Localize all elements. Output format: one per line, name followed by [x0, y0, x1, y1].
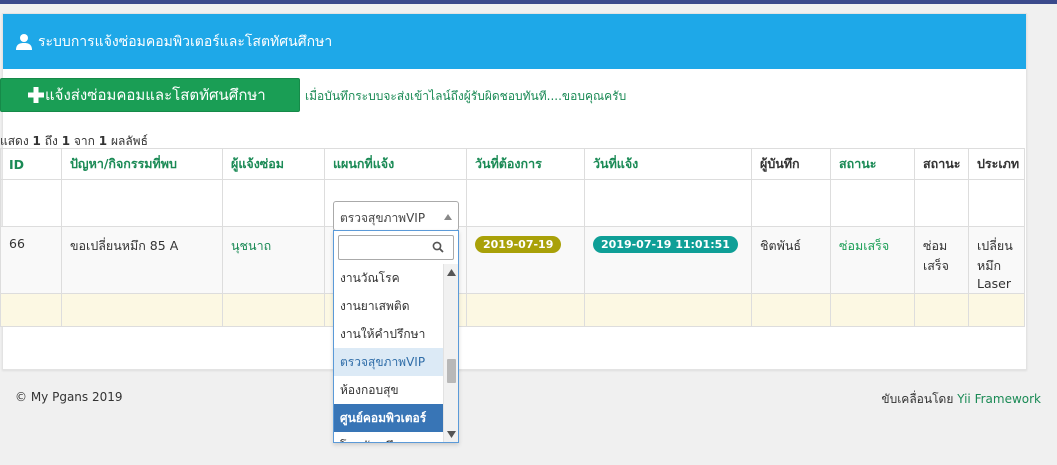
yii-link[interactable]: Yii Framework	[957, 392, 1041, 406]
status-badge: ซ่อมเสร็จ	[839, 238, 890, 253]
top-accent-bar	[0, 0, 1057, 4]
header-row: ID ปัญหา/กิจกรรมที่พบ ผู้แจ้งซ่อม แผนกที…	[0, 148, 1025, 180]
col-problem[interactable]: ปัญหา/กิจกรรมที่พบ	[61, 148, 223, 180]
department-select[interactable]: ตรวจสุขภาพVIP	[333, 201, 459, 231]
col-recorder: ผู้บันทึก	[751, 148, 831, 180]
empty-cell	[968, 293, 1025, 327]
page-title: ระบบการแจ้งซ่อมคอมพิวเตอร์และโสตทัศนศึกษ…	[38, 33, 333, 50]
reporter-link[interactable]: นุชนาถ	[231, 238, 271, 253]
summary-to-word: ถึง	[44, 134, 58, 148]
footer-copyright: © My Pgans 2019	[15, 390, 123, 404]
date-needed-badge: 2019-07-19	[475, 236, 562, 253]
filter-cell	[0, 179, 62, 227]
option-counseling[interactable]: งานให้คำปรึกษา	[334, 320, 443, 348]
empty-cell	[222, 293, 325, 327]
col-id[interactable]: ID	[0, 148, 62, 180]
scroll-thumb[interactable]	[447, 359, 456, 383]
summary-prefix: แสดง	[0, 134, 29, 148]
option-room[interactable]: ห้องกอบสุข	[334, 376, 443, 404]
cell-id: 66	[0, 226, 62, 294]
add-repair-button[interactable]: แจ้งส่งซ่อมคอมและโสตทัศนศึกษา	[0, 78, 300, 112]
powered-prefix: ขับเคลื่อนโดย	[881, 392, 954, 406]
option-vip-checkup[interactable]: ตรวจสุขภาพVIP	[334, 348, 443, 376]
cell-problem: ขอเปลี่ยนหมึก 85 A	[61, 226, 223, 294]
empty-cell	[61, 293, 223, 327]
col-reporter[interactable]: ผู้แจ้งซ่อม	[222, 148, 325, 180]
caret-up-icon	[444, 214, 452, 220]
filter-cell	[968, 179, 1025, 227]
col-date-reported[interactable]: วันที่แจ้ง	[584, 148, 752, 180]
scroll-up-icon[interactable]	[447, 269, 456, 276]
summary-suffix: ผลลัพธ์	[110, 134, 148, 148]
date-reported-badge: 2019-07-19 11:01:51	[593, 236, 738, 253]
empty-cell	[914, 293, 969, 327]
filter-cell	[914, 179, 969, 227]
option-av[interactable]: โสตทัศนศึกษา	[334, 432, 443, 442]
repair-grid: ID ปัญหา/กิจกรรมที่พบ ผู้แจ้งซ่อม แผนกที…	[0, 148, 1025, 327]
filter-cell	[61, 179, 223, 227]
empty-row	[0, 293, 1025, 327]
empty-cell	[0, 293, 62, 327]
option-drugs[interactable]: งานยาเสพติด	[334, 292, 443, 320]
col-date-needed[interactable]: วันที่ต้องการ	[466, 148, 585, 180]
col-status[interactable]: สถานะ	[830, 148, 915, 180]
filter-cell	[222, 179, 325, 227]
search-icon	[432, 241, 444, 253]
cell-recorder: ชิตพันธ์	[751, 226, 831, 294]
empty-cell	[466, 293, 585, 327]
table-row: 66 ขอเปลี่ยนหมึก 85 A นุชนาถ 2019-07-19 …	[0, 226, 1025, 294]
cell-status: ซ่อมเสร็จ	[830, 226, 915, 294]
cell-date-needed: 2019-07-19	[466, 226, 585, 294]
scroll-down-icon[interactable]	[447, 431, 456, 438]
filter-row	[0, 179, 1025, 227]
filter-cell	[584, 179, 752, 227]
plus-icon	[28, 87, 44, 103]
line-notice: เมื่อบันทึกระบบจะส่งเข้าไลน์ถึงผู้รับผิด…	[305, 89, 627, 103]
cell-reporter[interactable]: นุชนาถ	[222, 226, 325, 294]
dropdown-scrollbar[interactable]	[443, 264, 458, 442]
option-tb[interactable]: งานวัณโรค	[334, 264, 443, 292]
footer-powered: ขับเคลื่อนโดย Yii Framework	[881, 390, 1041, 409]
summary-to: 1	[61, 134, 71, 148]
summary-from: 1	[32, 134, 41, 148]
empty-cell	[830, 293, 915, 327]
option-computer-center[interactable]: ศูนย์คอมพิวเตอร์	[334, 404, 443, 432]
cell-type: เปลี่ยน หมึก Laser	[968, 226, 1025, 294]
panel-heading: ระบบการแจ้งซ่อมคอมพิวเตอร์และโสตทัศนศึกษ…	[3, 14, 1026, 69]
cell-status-2: ซ่อม เสร็จ	[914, 226, 969, 294]
filter-cell	[466, 179, 585, 227]
department-select-value: ตรวจสุขภาพVIP	[340, 211, 426, 225]
col-type: ประเภท	[968, 148, 1025, 180]
cell-date-reported: 2019-07-19 11:01:51	[584, 226, 752, 294]
summary-of-word: จาก	[73, 134, 95, 148]
summary-total: 1	[98, 134, 108, 148]
filter-cell	[830, 179, 915, 227]
user-icon	[16, 33, 32, 50]
dropdown-options: งานวัณโรค งานยาเสพติด งานให้คำปรึกษา ตรว…	[334, 264, 443, 442]
filter-cell	[751, 179, 831, 227]
add-repair-button-label: แจ้งส่งซ่อมคอมและโสตทัศนศึกษา	[45, 86, 266, 104]
empty-cell	[751, 293, 831, 327]
col-department[interactable]: แผนกที่แจ้ง	[324, 148, 467, 180]
empty-cell	[584, 293, 752, 327]
col-status-2: สถานะ	[914, 148, 969, 180]
department-dropdown: งานวัณโรค งานยาเสพติด งานให้คำปรึกษา ตรว…	[333, 230, 459, 443]
